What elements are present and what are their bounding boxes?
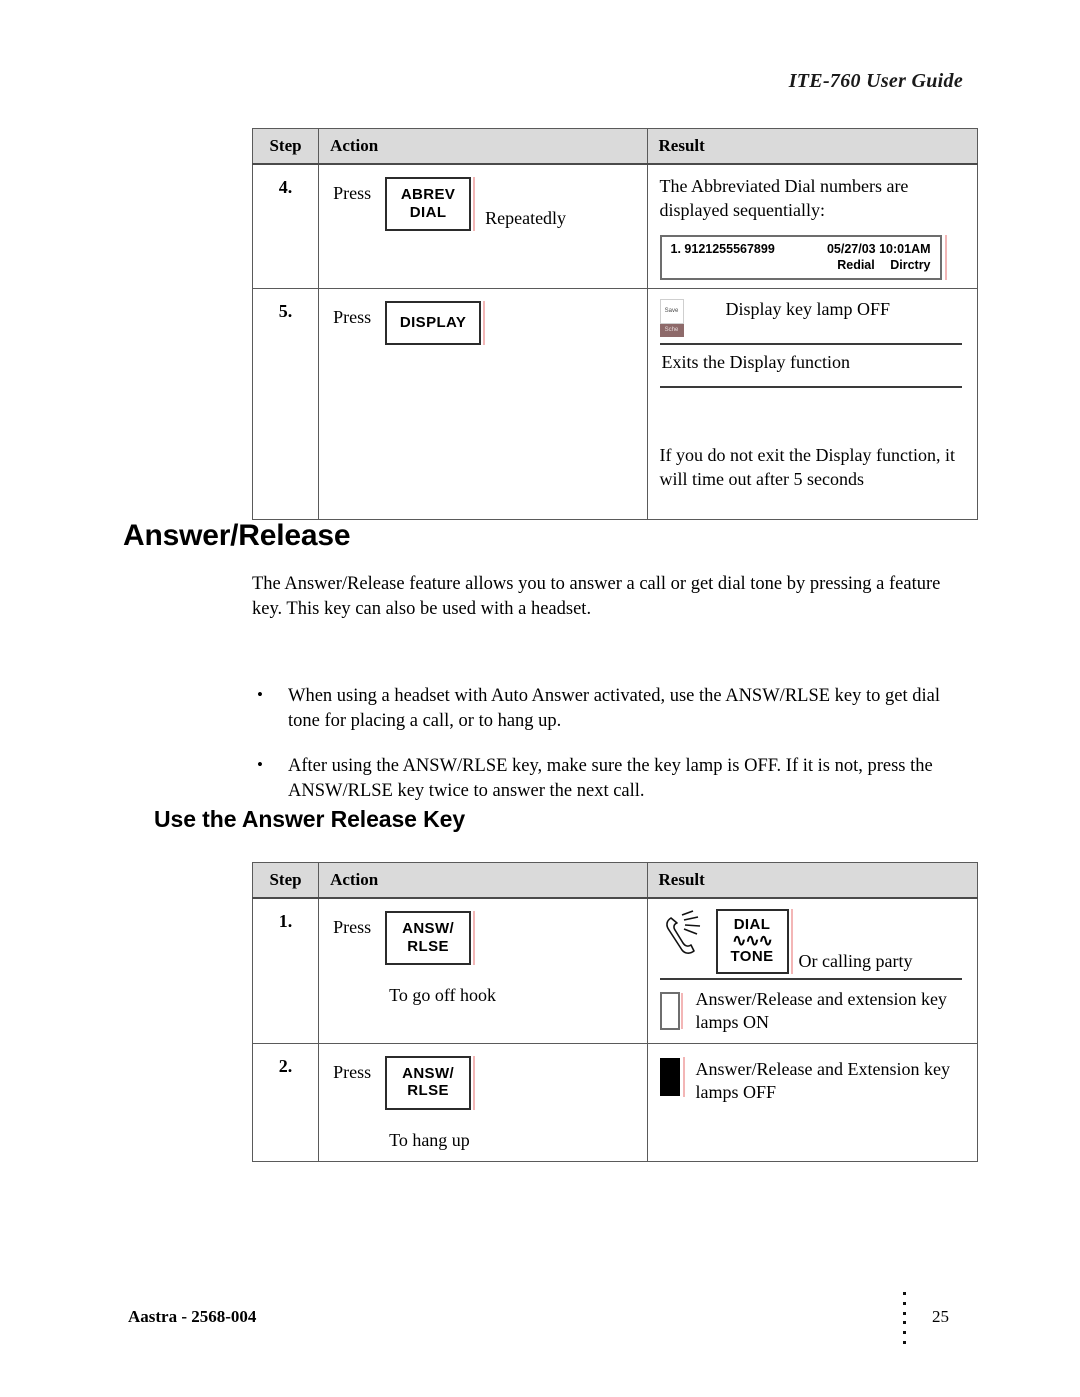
column-header-step: Step	[251, 128, 320, 165]
key-lamp-indicator-off	[659, 1056, 685, 1097]
display-key-lamp-icon: Save Sche	[659, 298, 684, 337]
lcd-datetime: 05/27/03 10:01AM	[826, 241, 931, 256]
step-number: 4.	[251, 163, 320, 289]
feature-notes-list: • When using a headset with Auto Answer …	[252, 684, 952, 825]
result-divider	[659, 977, 962, 980]
column-header-action: Action	[318, 128, 648, 165]
lcd-entry-number: 1. 9121255567899	[670, 241, 775, 256]
bullet-glyph: •	[257, 685, 263, 704]
abrev-dial-key-graphic: ABREV DIAL	[385, 177, 476, 232]
off-hook-handset-icon	[660, 909, 706, 970]
list-item-text: When using a headset with Auto Answer ac…	[288, 686, 940, 732]
press-label: Press	[333, 1061, 372, 1082]
display-lamp-status-label: Display key lamp OFF	[725, 298, 891, 319]
step-number: 5.	[251, 287, 320, 520]
result-timeout-note: If you do not exit the Display function,…	[659, 444, 955, 489]
column-header-action: Action	[318, 862, 648, 899]
lcd-display-graphic: 1. 9121255567899 05/27/03 10:01AM Redial…	[659, 234, 947, 280]
procedure-table-display: Step Action Result 4. Press ABREV DIAL R…	[251, 128, 979, 520]
lcd-softkey-redial: Redial	[837, 257, 875, 272]
footer-page-number: 25	[932, 1307, 949, 1326]
section-intro-paragraph: The Answer/Release feature allows you to…	[252, 574, 941, 620]
result-cell: DIAL ∿∿∿ TONE Or calling party Answer/Re…	[646, 897, 979, 1044]
section-heading: Answer/Release	[123, 519, 351, 552]
list-item: • When using a headset with Auto Answer …	[252, 684, 952, 734]
lcd-softkey-dirctry: Dirctry	[890, 257, 931, 272]
result-exit-note: Exits the Display function	[661, 351, 850, 372]
dial-tone-wave-glyph: ∿∿∿	[732, 930, 773, 950]
action-cell: Press ABREV DIAL Repeatedly	[318, 163, 648, 289]
lamp-status-label: Answer/Release and Extension key lamps O…	[695, 1058, 950, 1102]
dial-tone-key-graphic: DIAL ∿∿∿ TONE	[715, 909, 793, 974]
answ-rlse-key-line-2: RLSE	[407, 937, 449, 955]
result-cell: Answer/Release and Extension key lamps O…	[646, 1042, 979, 1162]
list-item: • After using the ANSW/RLSE key, make su…	[252, 754, 952, 804]
answ-rlse-key-graphic: ANSW/ RLSE	[385, 911, 476, 966]
result-text: The Abbreviated Dial numbers are display…	[659, 176, 909, 220]
table-row: 2. Press ANSW/ RLSE To hang up Answer/Re…	[251, 1042, 979, 1162]
display-key-graphic: DISPLAY	[385, 300, 486, 345]
answ-rlse-key-line-1: ANSW/	[402, 920, 455, 937]
answ-rlse-key-line-1: ANSW/	[402, 1064, 455, 1082]
table-header-row: Step Action Result	[251, 862, 979, 899]
abrev-dial-key-line-2: DIAL	[409, 203, 447, 221]
table-row: 4. Press ABREV DIAL Repeatedly The Abbre…	[251, 163, 979, 289]
dial-tone-key-line-2: TONE	[730, 948, 774, 966]
press-label: Press	[333, 917, 372, 937]
action-sub-note: To go off hook	[389, 985, 496, 1006]
document-page: ITE-760 User Guide Step Action Result 4.…	[0, 0, 1080, 1397]
running-header: ITE-760 User Guide	[788, 70, 963, 92]
press-label: Press	[333, 306, 372, 327]
list-item-text: After using the ANSW/RLSE key, make sure…	[288, 756, 933, 802]
table-header-row: Step Action Result	[251, 128, 979, 165]
display-key-lamp-icon-top-text: Save	[659, 298, 684, 324]
answ-rlse-key-graphic: ANSW/ RLSE	[385, 1055, 476, 1111]
column-header-result: Result	[646, 128, 979, 165]
column-header-result: Result	[646, 862, 979, 899]
answ-rlse-key-line-2: RLSE	[407, 1082, 449, 1100]
procedure-table-answer-release: Step Action Result 1. Press ANSW/ RLSE T…	[251, 862, 979, 1162]
display-key-lamp-icon-bottom-text: Sche	[659, 323, 684, 337]
result-cell: The Abbreviated Dial numbers are display…	[646, 163, 979, 289]
table-row: 1. Press ANSW/ RLSE To go off hook DIAL …	[251, 897, 979, 1044]
result-trailing-note: Or calling party	[798, 950, 913, 971]
abrev-dial-key-line-1: ABREV	[400, 186, 456, 203]
step-number: 2.	[251, 1042, 320, 1162]
press-label: Press	[333, 183, 372, 203]
result-cell: Save Sche Display key lamp OFF Exits the…	[646, 287, 979, 520]
action-trailing-note: Repeatedly	[485, 208, 567, 229]
key-lamp-indicator-on	[659, 992, 683, 1031]
display-key-line-1: DISPLAY	[399, 313, 467, 331]
action-sub-note: To hang up	[389, 1129, 470, 1150]
table-row: 5. Press DISPLAY Save Sche Display key l…	[251, 287, 979, 520]
lamp-status-label: Answer/Release and extension key lamps O…	[695, 988, 947, 1033]
section-subheading: Use the Answer Release Key	[154, 806, 466, 832]
action-cell: Press ANSW/ RLSE To hang up	[318, 1042, 648, 1162]
action-cell: Press ANSW/ RLSE To go off hook	[318, 897, 648, 1044]
column-header-step: Step	[251, 862, 320, 899]
step-number: 1.	[251, 897, 320, 1044]
footer-dotted-divider	[903, 1292, 906, 1344]
action-cell: Press DISPLAY	[318, 287, 648, 520]
bullet-glyph: •	[257, 755, 263, 775]
footer-document-id: Aastra - 2568-004	[128, 1307, 257, 1326]
